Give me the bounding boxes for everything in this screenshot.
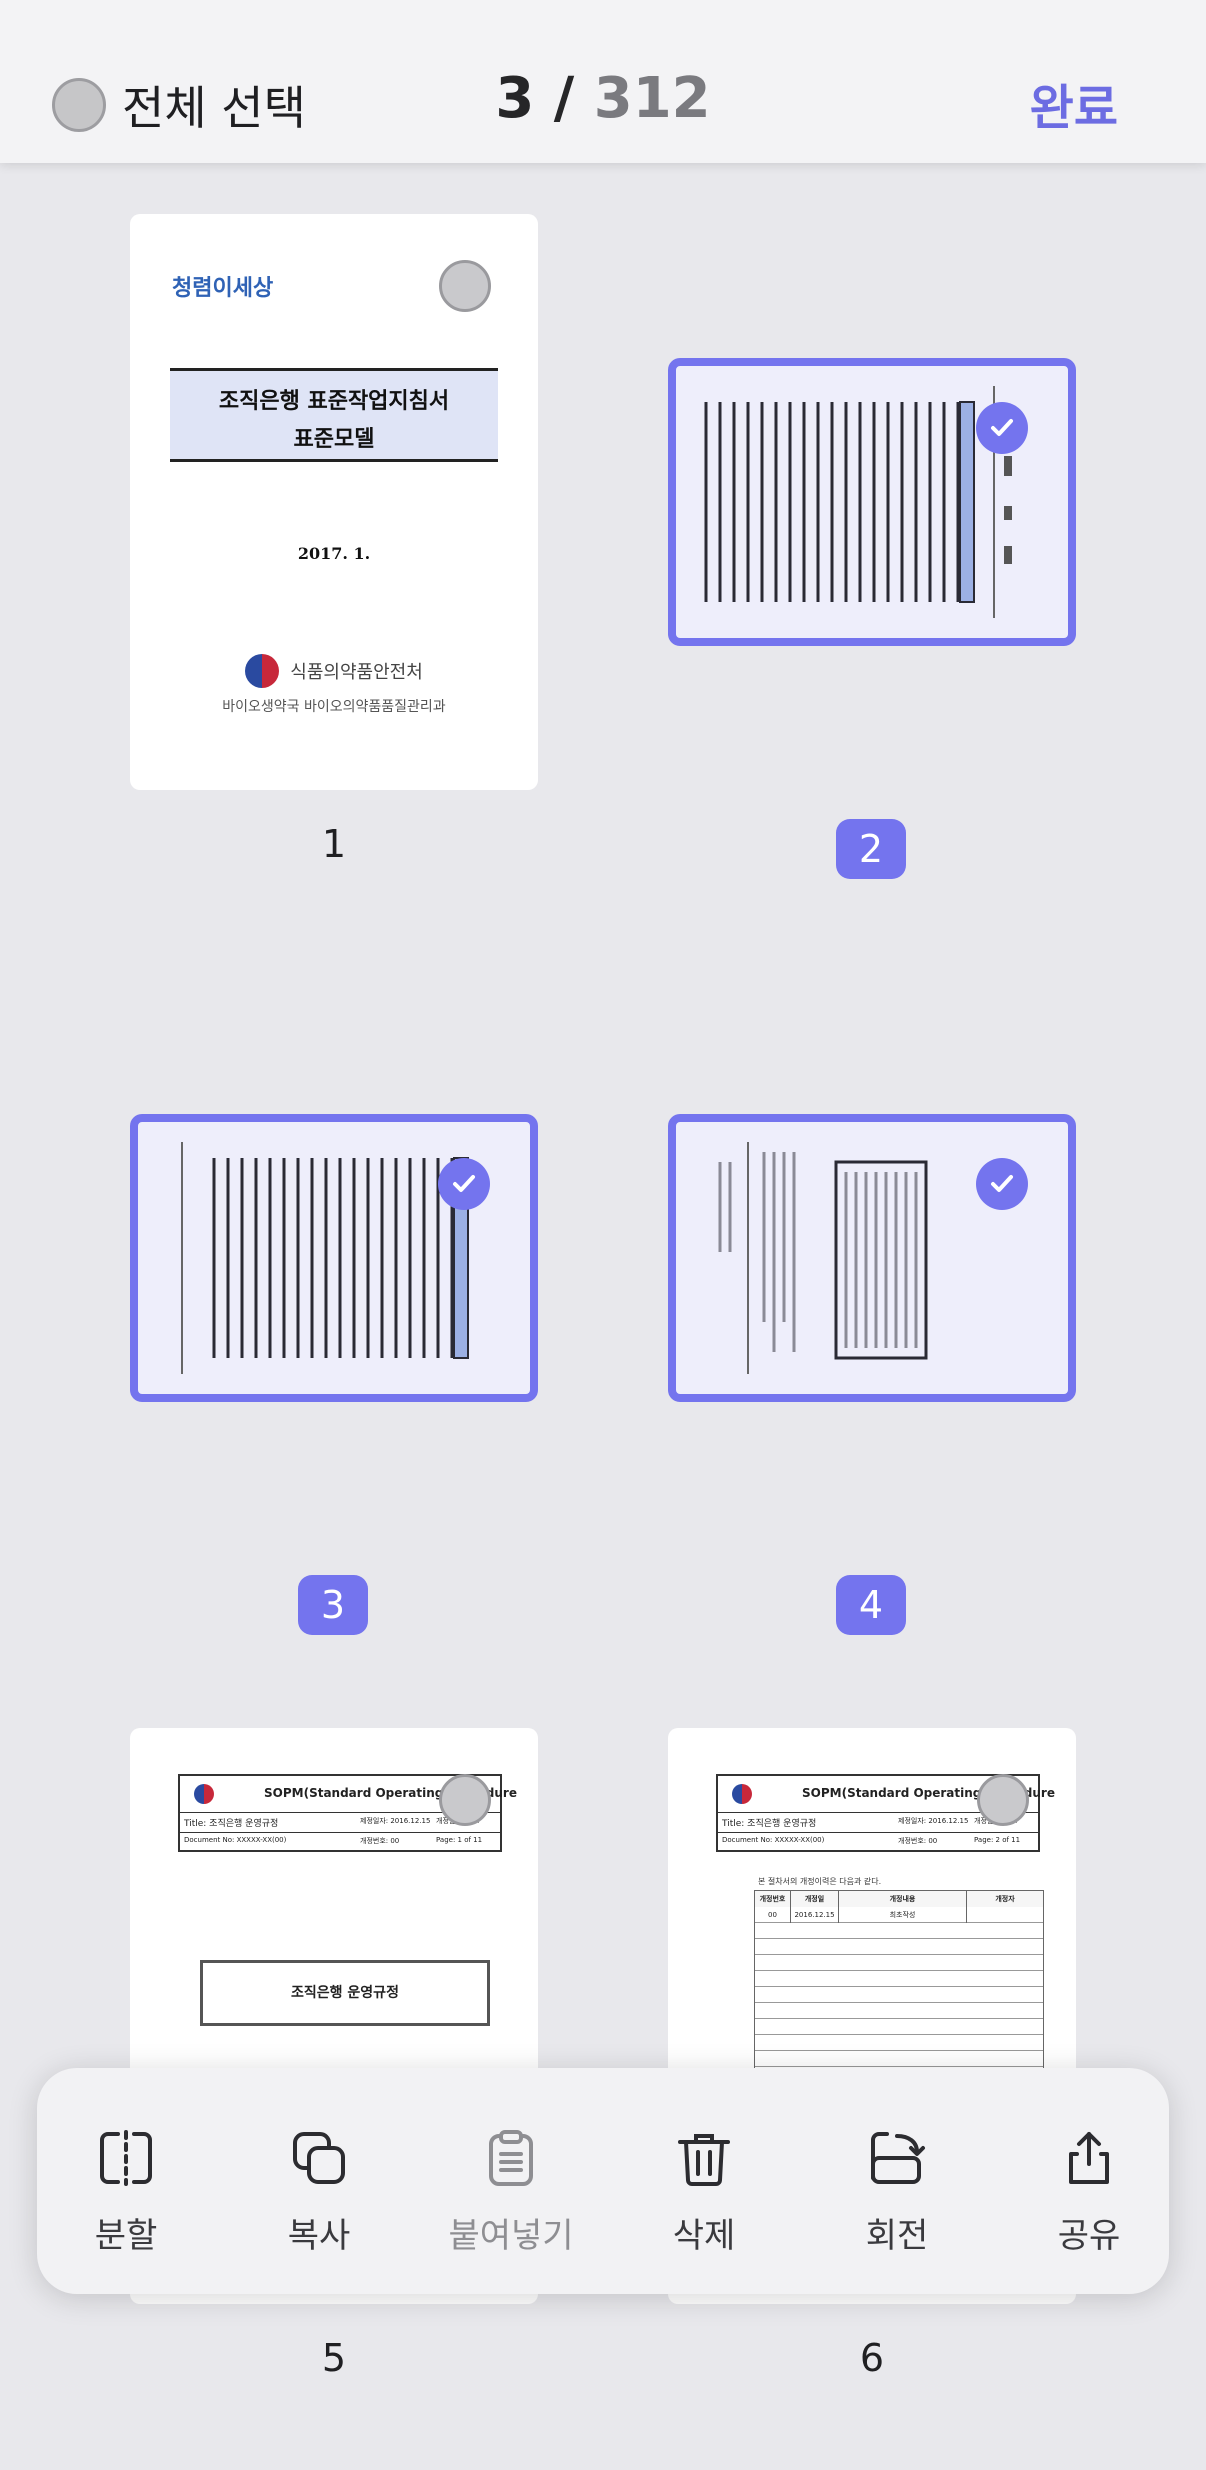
page-6-doc-no: Document No: XXXXX-XX(00) bbox=[722, 1836, 825, 1844]
page-4-number: 4 bbox=[836, 1575, 906, 1635]
page-thumbnail-2[interactable]: 2 bbox=[668, 358, 1076, 879]
page-6-row1-date: 2016.12.15 bbox=[791, 1907, 839, 1923]
page-1-logo: 청렴이세상 bbox=[172, 275, 274, 301]
page-1-dept: 바이오생약국 바이오의약품품질관리과 bbox=[222, 699, 446, 715]
copy-label: 복사 bbox=[287, 2216, 351, 2256]
page-6-col-rev-content: 개정내용 bbox=[839, 1891, 967, 1907]
page-2-number: 2 bbox=[836, 819, 906, 879]
page-6-rev-no: 개정번호: 00 bbox=[898, 1837, 938, 1845]
share-label: 공유 bbox=[1057, 2216, 1121, 2256]
page-6-col-rev-no: 개정번호 bbox=[755, 1891, 791, 1907]
page-6-row1-content: 최초작성 bbox=[839, 1907, 967, 1923]
page-5-logo-icon bbox=[194, 1784, 214, 1804]
page-4-select-checkbox[interactable] bbox=[976, 1158, 1028, 1210]
page-1-select-checkbox[interactable] bbox=[439, 260, 491, 312]
page-1-title-line2: 표준모델 bbox=[293, 427, 375, 452]
page-2-preview bbox=[668, 358, 1076, 646]
page-3-select-checkbox[interactable] bbox=[438, 1158, 490, 1210]
split-label: 분할 bbox=[94, 2216, 158, 2256]
page-thumbnail-4[interactable]: 4 bbox=[668, 1114, 1076, 1635]
copy-button[interactable]: 복사 bbox=[249, 2068, 389, 2294]
page-6-select-checkbox[interactable] bbox=[977, 1774, 1029, 1826]
ministry-logo-icon bbox=[245, 654, 280, 688]
checkmark-icon bbox=[991, 1175, 1013, 1192]
copy-icon bbox=[293, 2132, 345, 2184]
page-5-number: 5 bbox=[321, 2336, 347, 2380]
page-1-org-name: 식품의약품안전처 bbox=[290, 662, 423, 683]
page-6-col-rev-date: 개정일 bbox=[791, 1891, 839, 1907]
rotate-icon bbox=[871, 2132, 925, 2184]
page-1-date: 2017. 1. bbox=[297, 544, 371, 563]
counter-separator: / bbox=[553, 66, 575, 131]
selection-counter: 3 / 312 bbox=[0, 66, 1206, 131]
page-5-title: Title: 조직은행 운영규정 bbox=[184, 1819, 279, 1829]
page-1-title-box: 조직은행 표준작업지침서 표준모델 bbox=[170, 368, 498, 462]
paste-label: 붙여넣기 bbox=[448, 2216, 574, 2256]
page-1-org: 식품의약품안전처 bbox=[130, 654, 538, 688]
split-icon bbox=[100, 2130, 152, 2186]
top-bar: 전체 선택 3 / 312 완료 bbox=[0, 0, 1206, 163]
page-3-number: 3 bbox=[298, 1575, 368, 1635]
page-5-doc-no: Document No: XXXXX-XX(00) bbox=[184, 1836, 287, 1844]
selected-count: 3 bbox=[495, 66, 535, 131]
checkmark-icon bbox=[453, 1175, 475, 1192]
page-action-toolbar: 분할 복사 붙여넣기 삭제 회전 공유 bbox=[37, 2068, 1169, 2294]
page-6-number: 6 bbox=[859, 2336, 885, 2380]
page-6-enact-date: 제정일자: 2016.12.15 bbox=[898, 1817, 969, 1825]
rotate-label: 회전 bbox=[865, 2216, 929, 2256]
share-icon bbox=[1069, 2132, 1109, 2184]
page-thumbnail-3[interactable]: 3 bbox=[130, 1114, 538, 1635]
page-5-enact-date: 제정일자: 2016.12.15 bbox=[360, 1817, 431, 1825]
page-6-title: Title: 조직은행 운영규정 bbox=[722, 1819, 817, 1829]
page-6-row1-rev-no: 00 bbox=[755, 1907, 791, 1923]
page-6-revision-table: 개정번호 개정일 개정내용 개정자 00 2016.12.15 최초작성 bbox=[754, 1890, 1044, 2090]
page-2-select-checkbox[interactable] bbox=[976, 402, 1028, 454]
page-6-col-reviser: 개정자 bbox=[995, 1895, 1015, 1903]
page-5-rev-no: 개정번호: 00 bbox=[360, 1837, 400, 1845]
total-count: 312 bbox=[593, 66, 711, 131]
page-3-preview bbox=[130, 1114, 538, 1402]
page-5-page-of: Page: 1 of 11 bbox=[436, 1836, 483, 1844]
page-5-select-checkbox[interactable] bbox=[439, 1774, 491, 1826]
delete-button[interactable]: 삭제 bbox=[634, 2068, 774, 2294]
page-1-title-line1: 조직은행 표준작업지침서 bbox=[218, 389, 450, 414]
paste-button[interactable]: 붙여넣기 bbox=[441, 2068, 581, 2294]
page-4-preview bbox=[668, 1114, 1076, 1402]
split-button[interactable]: 분할 bbox=[56, 2068, 196, 2294]
share-button[interactable]: 공유 bbox=[1019, 2068, 1159, 2294]
page-thumbnail-1[interactable]: 청렴이세상 조직은행 표준작업지침서 표준모델 2017. 1. 식품의약품안전… bbox=[130, 214, 538, 874]
rotate-button[interactable]: 회전 bbox=[827, 2068, 967, 2294]
clipboard-icon bbox=[489, 2130, 533, 2186]
page-1-number: 1 bbox=[321, 822, 347, 866]
done-button[interactable]: 완료 bbox=[1030, 68, 1118, 138]
checkmark-icon bbox=[991, 419, 1013, 436]
delete-label: 삭제 bbox=[672, 2216, 736, 2256]
page-6-note: 본 절차서의 개정이력은 다음과 같다. bbox=[758, 1877, 882, 1886]
page-5-box-title: 조직은행 운영규정 bbox=[200, 1960, 490, 2026]
trash-icon bbox=[678, 2134, 730, 2186]
page-6-logo-icon bbox=[732, 1784, 752, 1804]
page-6-page-of: Page: 2 of 11 bbox=[974, 1836, 1021, 1844]
